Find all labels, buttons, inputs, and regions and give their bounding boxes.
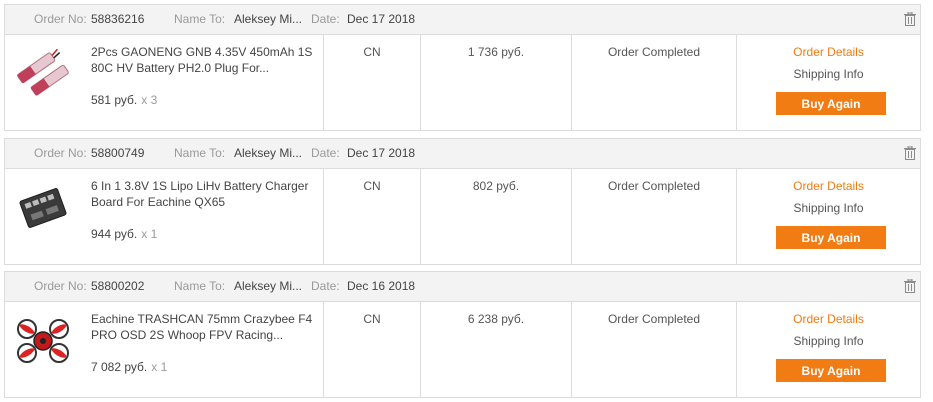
order-no-value: 58800202 [91, 279, 145, 293]
order-no-label: Order No: [34, 279, 87, 293]
status-cell: Order Completed [572, 302, 737, 398]
name-to-label: Name To: [174, 279, 226, 293]
trash-icon[interactable] [904, 146, 916, 160]
date-value: Dec 17 2018 [347, 12, 416, 26]
shipping-info-link[interactable]: Shipping Info [737, 66, 920, 82]
quantity: x 1 [151, 360, 168, 374]
order-row: Eachine TRASHCAN 75mm Crazybee F4 PRO OS… [5, 302, 920, 398]
date-value: Dec 16 2018 [347, 279, 416, 293]
order-header: Order No: 58800749 Name To: Aleksey Mi..… [5, 139, 920, 169]
battery-pack-icon[interactable] [15, 46, 71, 102]
name-to-value: Aleksey Mi... [234, 146, 303, 160]
order-total: 802 руб. [472, 179, 520, 193]
order-no-label: Order No: [34, 12, 87, 26]
order-header: Order No: 58836216 Name To: Aleksey Mi..… [5, 5, 920, 35]
charger-board-icon[interactable] [15, 180, 71, 236]
unit-price-line: 581 руб. x 3 [91, 93, 157, 107]
drone-icon[interactable] [15, 313, 71, 369]
order-card: Order No: 58800749 Name To: Aleksey Mi..… [4, 138, 921, 265]
order-status: Order Completed [607, 312, 701, 326]
warehouse-cell: CN [324, 169, 421, 265]
order-card: Order No: 58836216 Name To: Aleksey Mi..… [4, 4, 921, 131]
order-total: 1 736 руб. [467, 45, 525, 59]
order-details-link[interactable]: Order Details [737, 311, 920, 327]
order-row: 6 In 1 3.8V 1S Lipo LiHv Battery Charger… [5, 169, 920, 265]
warehouse: CN [363, 312, 381, 326]
name-to-value: Aleksey Mi... [234, 279, 303, 293]
buy-again-button[interactable]: Buy Again [776, 226, 886, 249]
quantity: x 1 [141, 227, 158, 241]
order-card: Order No: 58800202 Name To: Aleksey Mi..… [4, 271, 921, 398]
status-cell: Order Completed [572, 169, 737, 265]
date-label: Date: [311, 279, 340, 293]
order-no-value: 58800749 [91, 146, 145, 160]
product-name[interactable]: 6 In 1 3.8V 1S Lipo LiHv Battery Charger… [91, 178, 316, 210]
unit-price: 7 082 руб. [91, 360, 148, 374]
order-total: 6 238 руб. [467, 312, 525, 326]
order-details-link[interactable]: Order Details [737, 44, 920, 60]
shipping-info-link[interactable]: Shipping Info [737, 200, 920, 216]
trash-icon[interactable] [904, 279, 916, 293]
actions-cell: Order Details Shipping Info Buy Again [737, 169, 920, 265]
unit-price-line: 944 руб. x 1 [91, 227, 157, 241]
shipping-info-link[interactable]: Shipping Info [737, 333, 920, 349]
warehouse: CN [363, 179, 381, 193]
product-cell: 2Pcs GAONENG GNB 4.35V 450mAh 1S 80C HV … [5, 35, 324, 131]
buy-again-button[interactable]: Buy Again [776, 359, 886, 382]
order-row: 2Pcs GAONENG GNB 4.35V 450mAh 1S 80C HV … [5, 35, 920, 131]
warehouse-cell: CN [324, 302, 421, 398]
order-details-link[interactable]: Order Details [737, 178, 920, 194]
order-header: Order No: 58800202 Name To: Aleksey Mi..… [5, 272, 920, 302]
status-cell: Order Completed [572, 35, 737, 131]
unit-price: 944 руб. [91, 227, 138, 241]
total-cell: 802 руб. [421, 169, 572, 265]
unit-price-line: 7 082 руб. x 1 [91, 360, 167, 374]
total-cell: 1 736 руб. [421, 35, 572, 131]
actions-cell: Order Details Shipping Info Buy Again [737, 302, 920, 398]
name-to-value: Aleksey Mi... [234, 12, 303, 26]
date-label: Date: [311, 146, 340, 160]
warehouse-cell: CN [324, 35, 421, 131]
product-name[interactable]: Eachine TRASHCAN 75mm Crazybee F4 PRO OS… [91, 311, 316, 343]
product-name[interactable]: 2Pcs GAONENG GNB 4.35V 450mAh 1S 80C HV … [91, 44, 316, 76]
name-to-label: Name To: [174, 12, 226, 26]
buy-again-button[interactable]: Buy Again [776, 92, 886, 115]
warehouse: CN [363, 45, 381, 59]
order-no-value: 58836216 [91, 12, 145, 26]
date-value: Dec 17 2018 [347, 146, 416, 160]
date-label: Date: [311, 12, 340, 26]
order-status: Order Completed [607, 179, 701, 193]
total-cell: 6 238 руб. [421, 302, 572, 398]
unit-price: 581 руб. [91, 93, 138, 107]
quantity: x 3 [141, 93, 158, 107]
name-to-label: Name To: [174, 146, 226, 160]
actions-cell: Order Details Shipping Info Buy Again [737, 35, 920, 131]
trash-icon[interactable] [904, 12, 916, 26]
order-no-label: Order No: [34, 146, 87, 160]
order-status: Order Completed [607, 45, 701, 59]
product-cell: 6 In 1 3.8V 1S Lipo LiHv Battery Charger… [5, 169, 324, 265]
product-cell: Eachine TRASHCAN 75mm Crazybee F4 PRO OS… [5, 302, 324, 398]
